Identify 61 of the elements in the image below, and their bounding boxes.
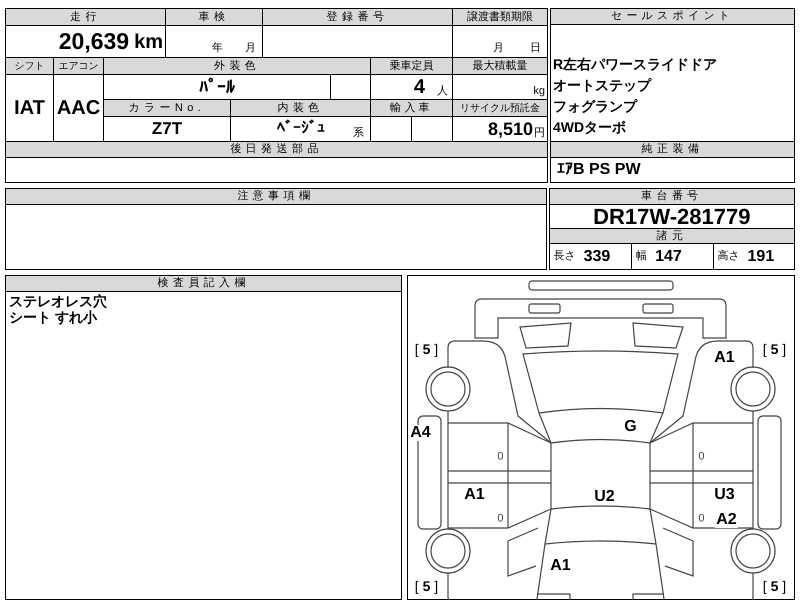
inspector-note: ステレオレス穴 (9, 293, 108, 309)
tire-tread-mark: [ 5 ] (414, 579, 440, 593)
inspector-note: シート すれ小 (9, 309, 98, 325)
section-header: 純正装備 (551, 142, 794, 158)
field-label: 内装色 (231, 100, 370, 116)
count-mark: 0 (697, 514, 706, 524)
field-value: AAC (54, 75, 103, 141)
spec-value: 147 (655, 246, 682, 266)
field-label: 輸入車 (371, 100, 452, 116)
field-value: IAT (6, 75, 53, 141)
equipment-text: ｴｱB PS PW (557, 160, 641, 180)
field-value: 20,639 (58, 27, 130, 56)
tire-tread-mark: [ 5 ] (762, 579, 788, 593)
unit-label: 系 (353, 126, 364, 140)
count-mark: 0 (697, 452, 706, 462)
field-label: カラーNo. (104, 100, 230, 116)
spec-value: 191 (748, 246, 774, 266)
count-mark: 0 (496, 514, 505, 524)
tire-tread-mark: [ 5 ] (762, 342, 788, 356)
tire-tread-mark: [ 5 ] (414, 342, 440, 356)
sale-point-text: オートステップ (553, 76, 653, 95)
sale-point-text: 4WDターボ (553, 118, 628, 137)
spec-value: 339 (584, 246, 610, 266)
unit-label: 月 (493, 40, 504, 56)
field-label: 最大積載量 (453, 58, 547, 74)
field-label: 乗車定員 (371, 58, 452, 74)
field-value: Z7T (104, 117, 230, 141)
unit-label: 年 (212, 40, 223, 56)
spec-label: 高さ (718, 248, 740, 264)
unit-label: 円 (534, 126, 545, 140)
field-label: 車検 (166, 9, 262, 25)
spec-label: 幅 (636, 249, 648, 264)
section-header: セールスポイント (551, 9, 794, 25)
unit-label: kg (533, 84, 545, 98)
field-label: 譲渡書類期限 (453, 9, 547, 25)
damage-code: A4 (409, 425, 432, 441)
damage-code: A2 (715, 512, 738, 528)
unit-label: 人 (437, 84, 448, 98)
unit-label: 月 (245, 40, 256, 56)
field-label: エアコン (54, 58, 103, 74)
field-label: 後日発送部品 (6, 142, 547, 157)
spec-label: 長さ (554, 249, 576, 264)
section-header: 諸元 (550, 229, 794, 244)
unit-label: 日 (530, 40, 541, 56)
field-label: シフト (6, 58, 53, 74)
chassis-number: DR17W-281779 (593, 206, 750, 228)
field-label: 外装色 (104, 58, 370, 74)
unit-label: km (134, 30, 163, 54)
field-value: ﾊﾟｰﾙ (104, 75, 330, 99)
sale-point-text: フォグランプ (553, 97, 639, 116)
count-mark: 0 (496, 452, 505, 462)
sale-point-text: R左右パワースライドドア (553, 55, 718, 74)
field-label: 走行 (6, 9, 165, 25)
section-header: 車台番号 (550, 189, 794, 205)
field-value: 4 (414, 75, 425, 100)
field-label: リサイクル預託金 (453, 100, 547, 116)
field-value: ﾍﾞｰｼﾞｭ (277, 118, 325, 139)
section-header: 注意事項欄 (6, 189, 546, 205)
field-label: 登録番号 (263, 9, 452, 25)
field-value: 8,510 (488, 118, 533, 140)
section-header: 検査員記入欄 (6, 276, 402, 292)
